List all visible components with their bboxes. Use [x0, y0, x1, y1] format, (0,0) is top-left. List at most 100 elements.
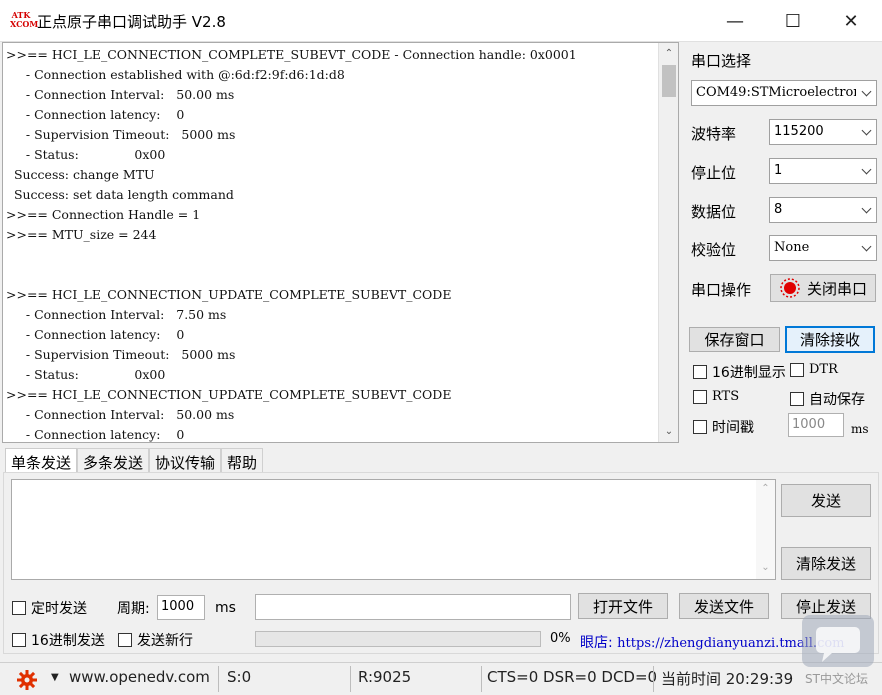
- clear-receive-button[interactable]: 清除接收: [785, 326, 875, 353]
- receive-line: >>== HCI_LE_CONNECTION_UPDATE_COMPLETE_S…: [6, 387, 452, 402]
- title-bar: ATK XCOM 正点原子串口调试助手 V2.8 — ☐ ✕: [0, 0, 882, 42]
- rts-label: RTS: [712, 389, 740, 404]
- send-scrollbar[interactable]: ⌃ ⌄: [756, 480, 775, 579]
- port-select[interactable]: COM49:STMicroelectronics: [691, 80, 877, 106]
- hex-send-checkbox[interactable]: 16进制发送: [12, 630, 105, 650]
- parity-value: None: [774, 240, 810, 255]
- receive-textarea[interactable]: >>== HCI_LE_CONNECTION_COMPLETE_SUBEVT_C…: [2, 42, 679, 443]
- send-newline-label: 发送新行: [137, 633, 193, 649]
- stopbits-select[interactable]: 1: [769, 158, 877, 184]
- receive-log: >>== HCI_LE_CONNECTION_COMPLETE_SUBEVT_C…: [6, 45, 658, 442]
- receive-line: - Connection established with @:6d:f2:9f…: [6, 67, 345, 82]
- close-port-button[interactable]: 关闭串口: [770, 274, 876, 302]
- timestamp-label: 时间戳: [712, 420, 754, 436]
- tab-single-send[interactable]: 单条发送: [5, 448, 78, 472]
- stopbits-label: 停止位: [691, 164, 737, 182]
- send-progress-bar: [255, 631, 541, 647]
- dtr-label: DTR: [809, 362, 838, 377]
- baud-select[interactable]: 115200: [769, 119, 877, 145]
- baud-value: 115200: [774, 124, 824, 139]
- close-button[interactable]: ✕: [822, 0, 880, 42]
- receive-line: Success: set data length command: [6, 187, 234, 202]
- rts-checkbox[interactable]: RTS: [693, 389, 739, 404]
- scroll-down-icon[interactable]: ⌄: [659, 423, 678, 441]
- receive-line: Success: change MTU: [6, 167, 155, 182]
- port-select-label: 串口选择: [691, 52, 752, 70]
- receive-line: >>== HCI_LE_CONNECTION_COMPLETE_SUBEVT_C…: [6, 47, 577, 62]
- receive-line: [6, 265, 658, 285]
- timed-send-checkbox[interactable]: 定时发送: [12, 598, 87, 618]
- period-input[interactable]: 1000: [157, 595, 205, 620]
- sent-count: S:0: [227, 668, 252, 686]
- chevron-down-icon: [856, 120, 876, 144]
- line-status: CTS=0 DSR=0 DCD=0: [487, 668, 658, 686]
- timestamp-input[interactable]: 1000: [788, 413, 844, 437]
- receive-line: - Connection latency: 0: [6, 107, 185, 122]
- scroll-thumb[interactable]: [662, 65, 676, 97]
- dtr-checkbox[interactable]: DTR: [790, 362, 838, 377]
- status-bar: ▼ www.openedv.com S:0 R:9025 CTS=0 DSR=0…: [0, 662, 882, 695]
- databits-value: 8: [774, 202, 783, 217]
- progress-text: 0%: [550, 631, 571, 646]
- file-path-input[interactable]: [255, 594, 571, 620]
- receive-line: >>== HCI_LE_CONNECTION_UPDATE_COMPLETE_S…: [6, 287, 452, 302]
- chat-bubble-icon: [816, 627, 860, 662]
- scroll-up-icon[interactable]: ⌃: [756, 483, 775, 494]
- shop-link-prefix: 眼店:: [580, 635, 613, 651]
- current-time: 当前时间 20:29:39: [661, 670, 794, 688]
- timed-send-label: 定时发送: [31, 601, 87, 617]
- timestamp-unit: ms: [851, 422, 869, 436]
- send-newline-checkbox[interactable]: 发送新行: [118, 630, 193, 650]
- website-link[interactable]: www.openedv.com: [69, 668, 210, 686]
- watermark-text: ST中文论坛: [805, 672, 868, 686]
- receive-line: - Supervision Timeout: 5000 ms: [6, 347, 236, 362]
- autosave-label: 自动保存: [809, 392, 865, 408]
- receive-line: [6, 245, 658, 265]
- tab-help[interactable]: 帮助: [221, 448, 264, 472]
- tab-multi-send[interactable]: 多条发送: [77, 448, 150, 472]
- period-unit: ms: [215, 600, 236, 616]
- send-tabs: 单条发送 多条发送 协议传输 帮助: [5, 448, 264, 472]
- receive-line: - Connection Interval: 7.50 ms: [6, 307, 227, 322]
- baud-label: 波特率: [691, 125, 737, 143]
- window-title: 正点原子串口调试助手 V2.8: [37, 13, 226, 31]
- chevron-down-icon: [856, 81, 876, 105]
- received-count: R:9025: [358, 668, 412, 686]
- send-file-button[interactable]: 发送文件: [679, 593, 769, 619]
- minimize-button[interactable]: —: [706, 0, 764, 42]
- clear-send-button[interactable]: 清除发送: [781, 547, 871, 580]
- receive-line: - Connection latency: 0: [6, 427, 185, 442]
- receive-scrollbar[interactable]: ⌃ ⌄: [658, 43, 678, 442]
- period-label: 周期:: [117, 601, 150, 617]
- save-window-button[interactable]: 保存窗口: [689, 327, 780, 352]
- databits-select[interactable]: 8: [769, 197, 877, 223]
- port-select-value: COM49:STMicroelectronics: [696, 85, 877, 100]
- send-button[interactable]: 发送: [781, 484, 871, 517]
- chevron-down-icon: [856, 198, 876, 222]
- receive-line: >>== Connection Handle = 1: [6, 207, 201, 222]
- hex-display-label: 16进制显示: [712, 365, 786, 381]
- parity-select[interactable]: None: [769, 235, 877, 261]
- hex-display-checkbox[interactable]: 16进制显示: [693, 362, 786, 382]
- settings-gear-icon[interactable]: [16, 669, 38, 691]
- scroll-up-icon[interactable]: ⌃: [659, 45, 678, 63]
- receive-line: - Status: 0x00: [6, 367, 166, 382]
- app-logo-icon: ATK XCOM: [10, 10, 39, 29]
- receive-line: - Connection Interval: 50.00 ms: [6, 407, 235, 422]
- tab-protocol[interactable]: 协议传输: [149, 448, 222, 472]
- send-textarea[interactable]: ⌃ ⌄: [11, 479, 776, 580]
- timestamp-checkbox[interactable]: 时间戳: [693, 417, 754, 437]
- autosave-checkbox[interactable]: 自动保存: [790, 389, 865, 409]
- stopbits-value: 1: [774, 163, 783, 178]
- receive-line: - Status: 0x00: [6, 147, 166, 162]
- chevron-down-icon: [856, 236, 876, 260]
- settings-dropdown-icon[interactable]: ▼: [51, 672, 59, 683]
- close-port-label: 关闭串口: [806, 279, 867, 298]
- open-file-button[interactable]: 打开文件: [578, 593, 668, 619]
- receive-line: - Connection Interval: 50.00 ms: [6, 87, 235, 102]
- maximize-button[interactable]: ☐: [764, 0, 822, 42]
- hex-send-label: 16进制发送: [31, 633, 105, 649]
- receive-line: - Connection latency: 0: [6, 327, 185, 342]
- port-op-label: 串口操作: [691, 281, 752, 299]
- scroll-down-icon[interactable]: ⌄: [756, 562, 775, 573]
